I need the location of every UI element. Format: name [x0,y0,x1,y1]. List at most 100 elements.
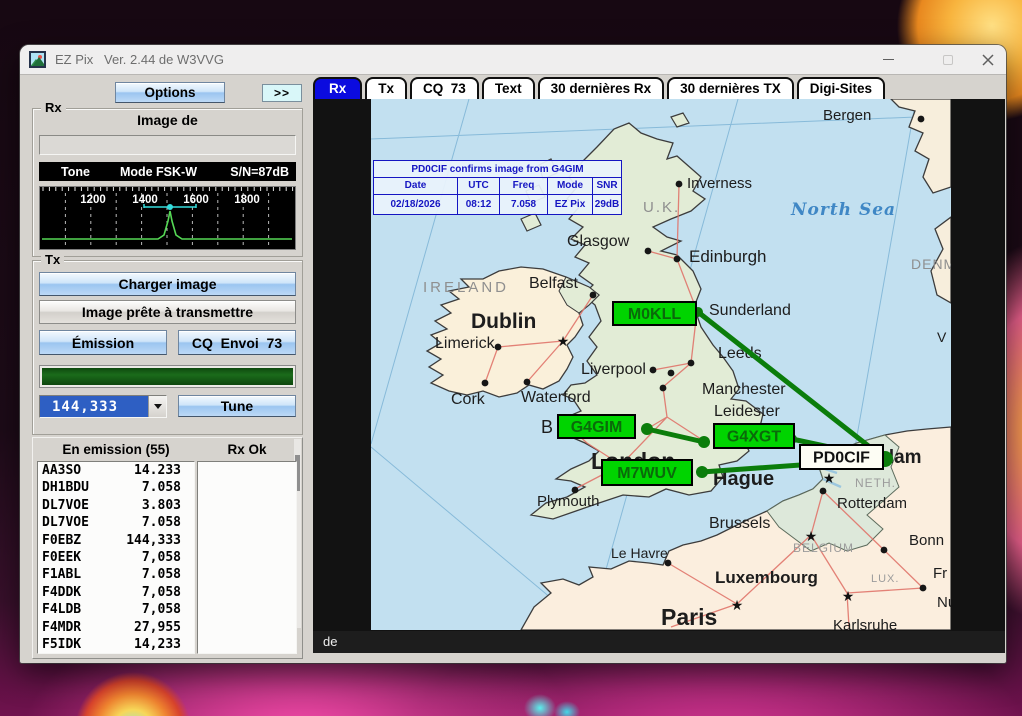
station-callsign: F4DDK [42,584,81,601]
spectrum-freq-label: 1400 [132,194,158,206]
snr-label: S/N=87dB [230,165,289,179]
minimize-button[interactable] [872,45,904,74]
close-icon[interactable] [972,45,1004,74]
load-image-button[interactable]: Charger image [39,272,296,296]
frequency-combobox[interactable]: 144,333 [39,395,167,418]
tab-digi-sites[interactable]: Digi-Sites [797,77,885,99]
map-city-dot [820,488,827,495]
map-region-label: LUX. [871,573,899,585]
expand-button[interactable]: >> [262,84,302,102]
tx-stations-list[interactable]: AA3SO14.233DH1BDU7.058DL7VOE3.803DL7VOE7… [37,461,195,654]
station-frequency: 7.058 [142,479,181,496]
app-icon [29,51,46,68]
station-frequency: 3.803 [142,497,181,514]
tab-cq-73[interactable]: CQ 73 [410,77,479,99]
station-frequency: 7.058 [142,566,181,583]
tab-text[interactable]: Text [482,77,535,99]
confirmation-header-cell: Mode [548,178,593,194]
spectrum-freq-label: 1800 [234,194,260,206]
map-city-label: Glasgow [567,233,630,250]
map-city-label: Waterford [521,389,591,406]
tab-rx[interactable]: Rx [313,77,362,99]
station-row[interactable]: F4DDK 7,058 [38,584,194,601]
combo-dropdown-button[interactable] [148,396,166,417]
image-ready-button[interactable]: Image prête à transmettre [39,300,296,324]
app-window: EZ Pix Ver. 2.44 de W3VVG Options >> Rx … [20,45,1006,663]
station-frequency: 14,233 [134,636,181,653]
station-row[interactable]: F0EBZ144,333 [38,532,194,549]
map-station-callsign: G4XGT [727,429,781,446]
map-city-label: Rotterdam [837,495,907,512]
map-sea-label: North Sea [790,200,896,220]
tab-tx[interactable]: Tx [365,77,407,99]
map-city-label: Le Havre [611,545,668,561]
station-row[interactable]: F1ABL7.058 [38,566,194,583]
station-callsign: F0EBZ [42,532,81,549]
transmit-button[interactable]: Émission [39,330,167,355]
station-frequency: 14.233 [134,462,181,479]
mode-label: Mode FSK-W [120,165,197,179]
station-row[interactable]: DL7VOE3.803 [38,497,194,514]
tx-stations-header: En emission (55) [37,442,195,457]
map-city-label: Leidester [714,403,780,420]
confirmation-value-cell: EZ Pix [548,195,593,214]
map-capital-star: ★ [805,529,818,545]
tab-30-derni-res-tx[interactable]: 30 dernières TX [667,77,794,99]
confirmation-header-cell: Date [374,178,458,194]
map-city-dot [920,585,927,592]
map-link-node [696,466,708,478]
map-city-label: Manchester [702,381,786,398]
tone-label: Tone [61,165,90,179]
map-city-dot [645,248,652,255]
station-row[interactable]: F0EEK7,058 [38,549,194,566]
status-bar: de [313,631,1005,653]
spectrum-display: 1200140016001800 [39,186,296,250]
map-city-label: Belfast [529,275,578,292]
tx-group: Tx Charger image Image prête à transmett… [32,260,303,435]
tx-progressbar [39,365,296,388]
confirmation-table: PD0CIF confirms image from G4GIM DateUTC… [373,160,622,215]
map-city-label: Sunderland [709,302,791,319]
map-city-label: Bergen [823,107,871,124]
map-city-label: Paris [661,604,717,630]
map-capital-star: ★ [823,471,836,487]
station-callsign: F5IDK [42,636,81,653]
map-station-label: G4GIM [558,415,635,438]
tab-30-derni-res-rx[interactable]: 30 dernières Rx [538,77,665,99]
map-capital-star: ★ [731,598,744,614]
rx-stations-list[interactable] [197,461,297,654]
map-city-label: Karlsruhe [833,617,897,630]
station-callsign: DL7VOE [42,514,89,531]
station-row[interactable]: F5IDK 14,233 [38,636,194,653]
map-city-label: B [541,417,553,437]
map-city-dot [482,380,489,387]
map-city-label: Cork [451,391,486,408]
tab-bar: RxTxCQ 73Text30 dernières Rx30 dernières… [313,76,888,99]
cq-send-button[interactable]: CQ Envoi 73 [178,330,296,355]
confirmation-values: 02/18/202608:127.058EZ Pix29dB [374,195,621,214]
image-from-field[interactable] [39,135,296,155]
map-station-label: M0KLL [613,302,696,325]
confirmation-header-cell: SNR [593,178,621,194]
station-callsign: DH1BDU [42,479,89,496]
map-link-node [641,423,653,435]
map-capital-star: ★ [557,334,570,350]
station-frequency: 7,058 [142,549,181,566]
station-row[interactable]: F4LDB7,058 [38,601,194,618]
version-text: Ver. 2.44 de W3VVG [104,52,224,67]
frequency-value[interactable]: 144,333 [40,396,148,417]
station-row[interactable]: DL7VOE7.058 [38,514,194,531]
options-button[interactable]: Options [115,82,225,103]
station-row[interactable]: DH1BDU 7.058 [38,479,194,496]
image-from-label: Image de [33,112,302,128]
tune-button[interactable]: Tune [178,395,296,417]
map-city-dot [524,379,531,386]
station-frequency: 7,058 [142,584,181,601]
map-image: IRELANDU.K.DENMARKNETH.BELGIUMLUX.North … [371,99,951,630]
station-row[interactable]: F4MDR27,955 [38,619,194,636]
maximize-button[interactable] [932,45,964,74]
map-city-label: Edinburgh [689,247,767,266]
confirmation-title: PD0CIF confirms image from G4GIM [374,161,621,178]
station-row[interactable]: AA3SO14.233 [38,462,194,479]
station-frequency: 27,955 [134,619,181,636]
